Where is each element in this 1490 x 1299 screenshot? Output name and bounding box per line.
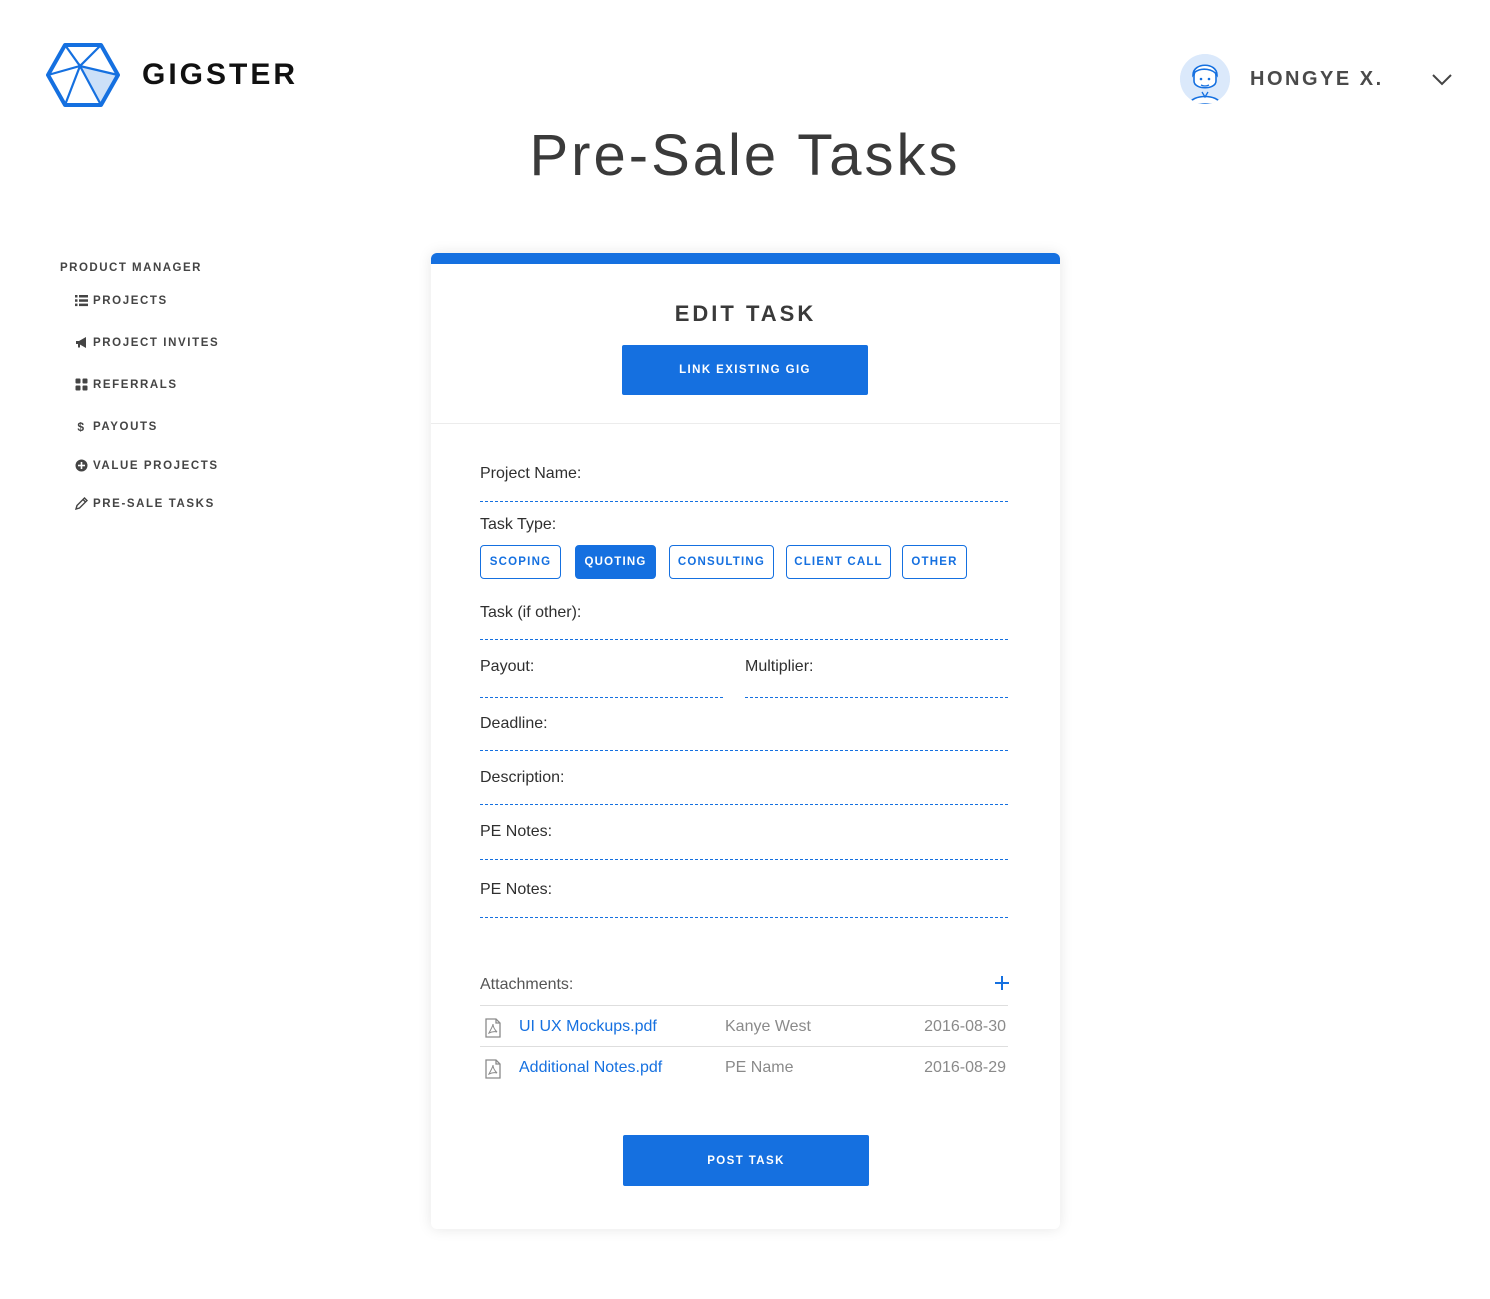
- task-type-scoping[interactable]: SCOPING: [480, 545, 561, 579]
- attachment-owner: Kanye West: [725, 1018, 811, 1035]
- sidebar-item-label: VALUE PROJECTS: [93, 459, 219, 472]
- sidebar-item-project-invites[interactable]: PROJECT INVITES: [74, 336, 219, 349]
- attachments-label: Attachments:: [480, 976, 574, 993]
- card-title: EDIT TASK: [674, 301, 817, 326]
- task-other-label: Task (if other):: [480, 604, 582, 621]
- megaphone-icon: [74, 336, 89, 349]
- pencil-icon: [74, 497, 89, 510]
- pdf-file-icon: [485, 1059, 501, 1079]
- deadline-input[interactable]: [480, 750, 1008, 751]
- post-task-button[interactable]: POST TASK: [623, 1135, 869, 1186]
- attachment-date: 2016-08-29: [924, 1059, 1006, 1076]
- description-label: Description:: [480, 769, 565, 786]
- pe-notes-input[interactable]: [480, 859, 1008, 860]
- chevron-down-icon[interactable]: [1430, 68, 1454, 92]
- pe-notes-input-2[interactable]: [480, 917, 1008, 918]
- deadline-label: Deadline:: [480, 715, 548, 732]
- attachments-divider: [480, 1005, 1008, 1006]
- cube-logo-icon: [46, 43, 120, 107]
- row-divider: [480, 1046, 1008, 1047]
- circle-plus-icon: [74, 459, 89, 472]
- list-icon: [74, 294, 89, 307]
- user-menu[interactable]: HONGYE X.: [1180, 54, 1452, 104]
- attachment-date: 2016-08-30: [924, 1018, 1006, 1035]
- avatar: [1180, 54, 1230, 104]
- task-type-other[interactable]: OTHER: [902, 545, 967, 579]
- payout-label: Payout:: [480, 658, 535, 675]
- sidebar-item-label: REFERRALS: [93, 378, 178, 391]
- project-name-label: Project Name:: [480, 465, 582, 482]
- task-type-label: Task Type:: [480, 516, 557, 533]
- sidebar-item-label: PROJECT INVITES: [93, 336, 220, 349]
- attachment-link[interactable]: UI UX Mockups.pdf: [519, 1018, 657, 1036]
- divider: [431, 423, 1060, 424]
- sidebar-item-label: PROJECTS: [93, 294, 168, 307]
- sidebar-item-label: PRE-SALE TASKS: [93, 497, 215, 510]
- user-name: HONGYE X.: [1250, 67, 1384, 90]
- multiplier-label: Multiplier:: [745, 658, 814, 675]
- brand-logo[interactable]: GIGSTER: [46, 42, 298, 108]
- dollar-icon: $: [77, 419, 86, 434]
- sidebar-item-pre-sale-tasks[interactable]: PRE-SALE TASKS: [74, 497, 215, 510]
- pdf-file-icon: [485, 1018, 501, 1038]
- brand-name: GIGSTER: [142, 58, 299, 91]
- sidebar-item-value-projects[interactable]: VALUE PROJECTS: [74, 459, 219, 472]
- pe-notes-label: PE Notes:: [480, 823, 553, 840]
- grid-icon: [74, 378, 89, 391]
- sidebar-item-projects[interactable]: PROJECTS: [74, 294, 168, 307]
- edit-task-card: EDIT TASK LINK EXISTING GIG Project Name…: [431, 253, 1060, 1229]
- plus-icon[interactable]: [991, 972, 1013, 994]
- project-name-input[interactable]: [480, 501, 1008, 502]
- link-existing-gig-button[interactable]: LINK EXISTING GIG: [622, 345, 868, 395]
- page-title: Pre-Sale Tasks: [529, 123, 961, 188]
- pe-notes-label-2: PE Notes:: [480, 881, 553, 898]
- task-type-quoting[interactable]: QUOTING: [575, 545, 656, 579]
- card-accent-bar: [431, 253, 1060, 264]
- attachment-link[interactable]: Additional Notes.pdf: [519, 1059, 662, 1077]
- description-input[interactable]: [480, 804, 1008, 805]
- attachment-owner: PE Name: [725, 1059, 794, 1076]
- sidebar-item-payouts[interactable]: $ PAYOUTS: [74, 419, 158, 434]
- sidebar-heading: PRODUCT MANAGER: [60, 262, 202, 274]
- sidebar-item-label: PAYOUTS: [93, 420, 158, 433]
- user-avatar-icon: [1180, 54, 1230, 104]
- sidebar-item-referrals[interactable]: REFERRALS: [74, 378, 178, 391]
- sidebar: PRODUCT MANAGER PROJECTS PROJECT INVITES…: [60, 262, 218, 510]
- payout-input[interactable]: [480, 697, 723, 698]
- task-type-client-call[interactable]: CLIENT CALL: [786, 545, 891, 579]
- task-other-input[interactable]: [480, 639, 1008, 640]
- multiplier-input[interactable]: [745, 697, 1008, 698]
- task-type-consulting[interactable]: CONSULTING: [669, 545, 774, 579]
